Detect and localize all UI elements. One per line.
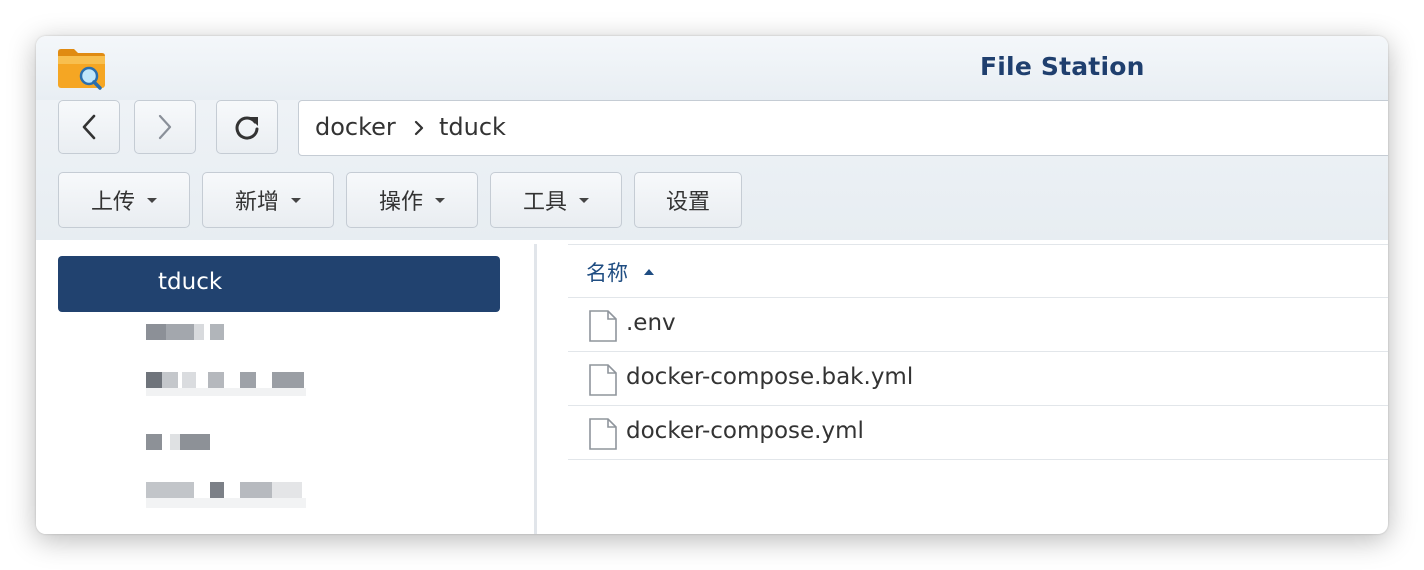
caret-down-icon <box>579 197 589 203</box>
refresh-icon <box>235 116 259 140</box>
panel-divider[interactable] <box>534 244 537 534</box>
action-label: 操作 <box>378 190 423 215</box>
forward-button[interactable] <box>134 100 196 154</box>
create-button[interactable]: 新增 <box>202 172 334 228</box>
upload-label: 上传 <box>90 190 135 215</box>
folder-tree: tduck <box>36 240 534 534</box>
breadcrumb-item[interactable]: docker <box>315 113 396 141</box>
caret-down-icon <box>147 197 157 203</box>
file-list: 名称 .env docker-compose.bak.yml docker-co… <box>568 244 1388 534</box>
path-bar[interactable]: docker tduck <box>298 100 1388 156</box>
breadcrumb-item[interactable]: tduck <box>439 113 506 141</box>
refresh-button[interactable] <box>216 100 278 154</box>
tools-button[interactable]: 工具 <box>490 172 622 228</box>
action-button[interactable]: 操作 <box>346 172 478 228</box>
file-row[interactable]: docker-compose.yml <box>568 406 1388 460</box>
tree-item-redacted[interactable] <box>146 482 306 508</box>
caret-down-icon <box>435 197 445 203</box>
file-row[interactable]: docker-compose.bak.yml <box>568 352 1388 406</box>
toolbar-area: docker tduck 上传 新增 操作 工具 设置 <box>36 100 1388 240</box>
file-name: .env <box>626 310 676 336</box>
file-icon <box>589 364 617 396</box>
upload-button[interactable]: 上传 <box>58 172 190 228</box>
tree-item-selected[interactable]: tduck <box>58 256 500 312</box>
window-title: File Station <box>980 52 1145 81</box>
back-button[interactable] <box>58 100 120 154</box>
file-station-window: File Station docker tduck 上传 新增 操作 工具 设置… <box>36 36 1388 534</box>
tree-item-redacted[interactable] <box>146 434 212 454</box>
create-label: 新增 <box>234 190 279 215</box>
file-name: docker-compose.bak.yml <box>626 364 914 390</box>
tools-label: 工具 <box>522 190 567 215</box>
sort-ascending-icon <box>644 269 654 275</box>
tree-item-redacted[interactable] <box>146 324 226 344</box>
file-name: docker-compose.yml <box>626 418 864 444</box>
tree-item-label: tduck <box>158 269 223 295</box>
title-bar: File Station <box>36 36 1388 100</box>
column-header-label: 名称 <box>586 261 628 285</box>
column-header-name[interactable]: 名称 <box>568 244 1388 298</box>
caret-down-icon <box>291 197 301 203</box>
tree-item-redacted[interactable] <box>146 372 306 396</box>
settings-button[interactable]: 设置 <box>634 172 742 228</box>
chevron-right-icon <box>158 114 172 140</box>
folder-with-magnifier-icon <box>58 49 105 90</box>
chevron-right-icon <box>414 120 424 136</box>
settings-label: 设置 <box>665 190 710 215</box>
file-row[interactable]: .env <box>568 298 1388 352</box>
file-icon <box>589 418 617 450</box>
chevron-left-icon <box>82 114 96 140</box>
file-icon <box>589 310 617 342</box>
